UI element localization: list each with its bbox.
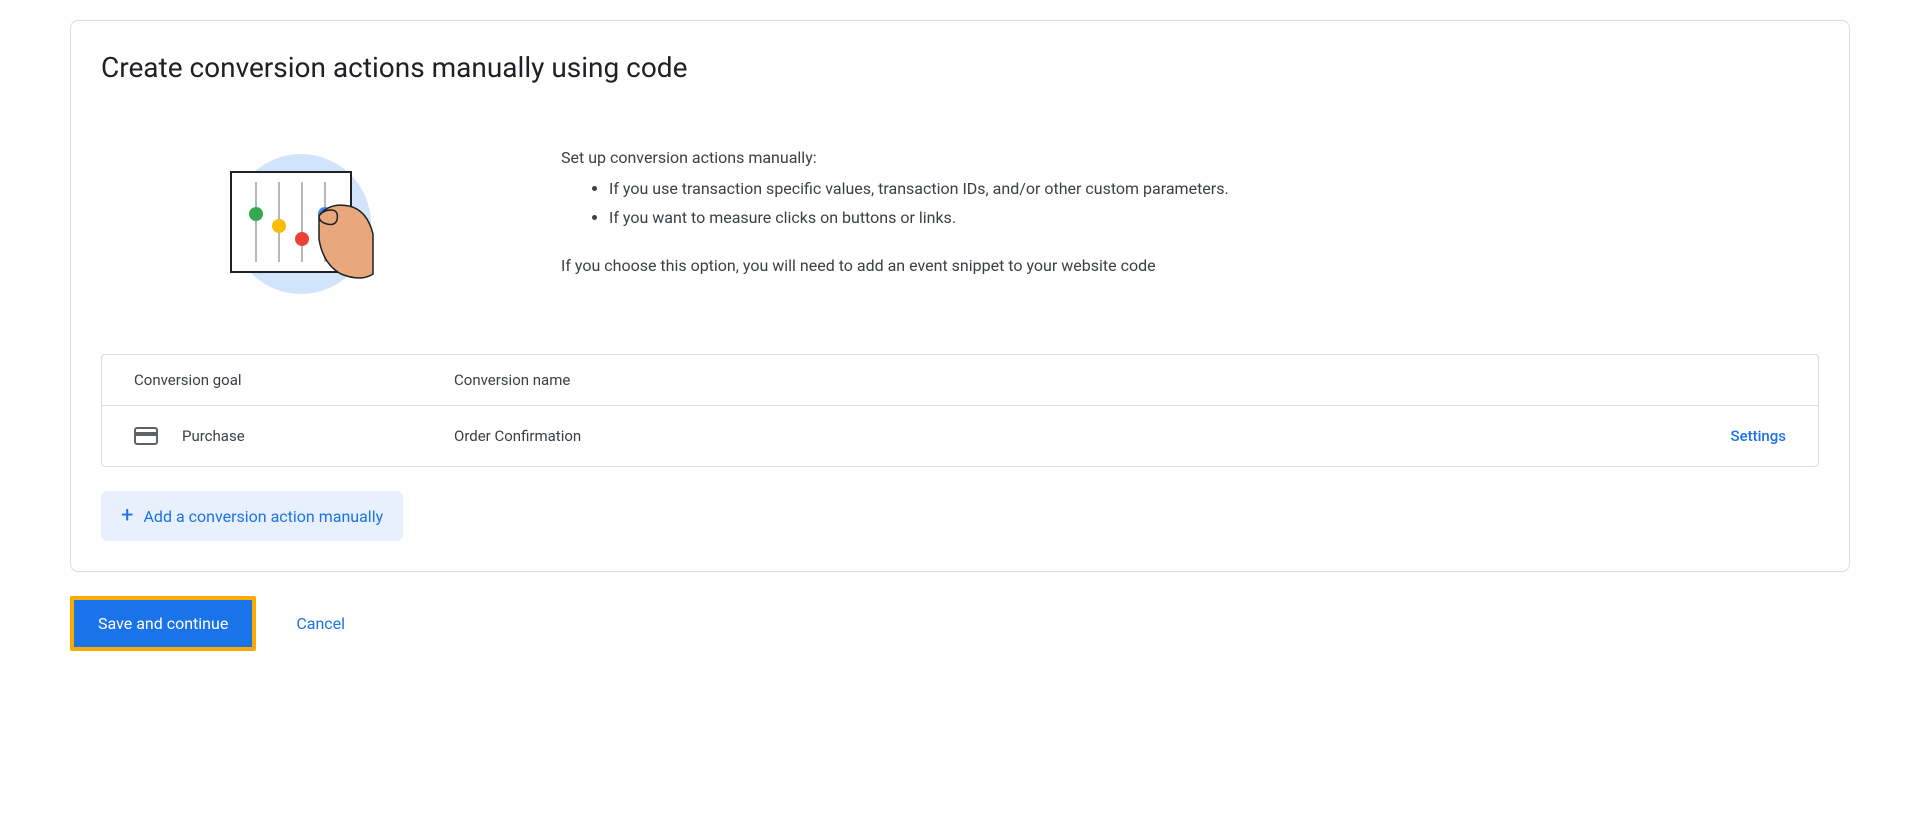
add-conversion-button[interactable]: + Add a conversion action manually [101, 491, 403, 541]
card-title: Create conversion actions manually using… [101, 51, 1819, 84]
intro-row: Set up conversion actions manually: If y… [101, 144, 1819, 304]
add-button-label: Add a conversion action manually [143, 507, 383, 526]
row-name: Order Confirmation [454, 427, 1730, 445]
plus-icon: + [121, 505, 133, 527]
header-goal: Conversion goal [134, 371, 454, 389]
settings-link[interactable]: Settings [1730, 427, 1786, 445]
intro-lead: Set up conversion actions manually: [561, 144, 1819, 171]
intro-bullet: If you use transaction specific values, … [609, 175, 1819, 202]
intro-bullet: If you want to measure clicks on buttons… [609, 204, 1819, 231]
intro-text: Set up conversion actions manually: If y… [561, 144, 1819, 283]
footer-buttons: Save and continue Cancel [70, 596, 1850, 651]
table-row: Purchase Order Confirmation Settings [102, 406, 1818, 466]
conversion-card: Create conversion actions manually using… [70, 20, 1850, 572]
save-continue-button[interactable]: Save and continue [70, 596, 256, 651]
cancel-button[interactable]: Cancel [296, 614, 345, 633]
header-name: Conversion name [454, 371, 1786, 389]
sliders-illustration [201, 144, 381, 304]
table-header: Conversion goal Conversion name [102, 355, 1818, 406]
credit-card-icon [134, 426, 158, 446]
intro-note: If you choose this option, you will need… [561, 252, 1819, 279]
conversion-table: Conversion goal Conversion name Purchase… [101, 354, 1819, 467]
row-goal: Purchase [182, 427, 245, 445]
